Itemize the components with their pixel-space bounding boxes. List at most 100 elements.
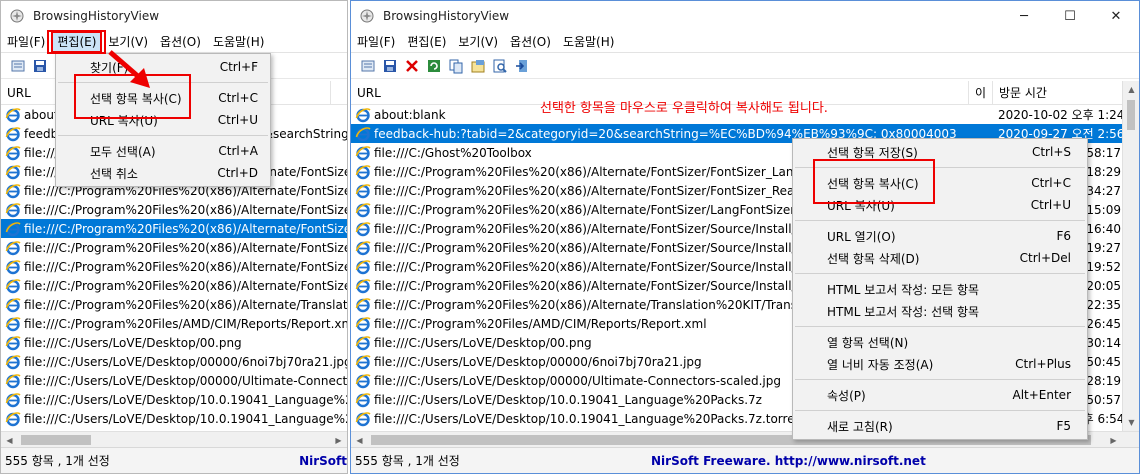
menu-separator — [795, 326, 1085, 327]
menu-help[interactable]: 도움말(H) — [207, 31, 271, 53]
menu-item-shortcut: Ctrl+C — [1031, 176, 1071, 190]
menu-file[interactable]: 파일(F) — [1, 31, 51, 53]
table-row[interactable]: file:///C:/Program%20Files%20(x86)/Alter… — [1, 219, 347, 238]
url-cell: file:///C:/Program%20Files/AMD/CIM/Repor… — [24, 316, 347, 331]
scroll-thumb[interactable] — [1127, 100, 1135, 130]
close-button[interactable]: ✕ — [1093, 1, 1139, 31]
menu-item[interactable]: 선택 취소 Ctrl+D — [56, 162, 270, 184]
table-row[interactable]: file:///C:/Program%20Files%20(x86)/Alter… — [1, 295, 347, 314]
copy-icon[interactable] — [445, 55, 467, 77]
menu-item-shortcut: Ctrl+F — [219, 60, 258, 74]
status-count: 555 항목 , 1개 선정 — [5, 454, 110, 468]
find-icon[interactable] — [489, 55, 511, 77]
edit-menu-dropdown: 찾기(F) Ctrl+F 선택 항목 복사(C) Ctrl+C URL 복사(U) Ctr… — [55, 53, 271, 187]
menu-item[interactable]: URL 열기(O) F6 — [793, 225, 1087, 247]
table-row[interactable]: file:///C:/Program%20Files%20(x86)/Alter… — [1, 200, 347, 219]
save-icon[interactable] — [379, 55, 401, 77]
menu-item[interactable]: 열 항목 선택(N) — [793, 331, 1087, 353]
nirsoft-link[interactable]: NirSoft — [299, 454, 347, 468]
menu-item[interactable]: 선택 항목 저장(S) Ctrl+S — [793, 141, 1087, 163]
menu-item-label: HTML 보고서 작성: 모든 항목 — [827, 282, 980, 297]
table-row[interactable]: file:///C:/Users/LoVE/Desktop/00000/Ulti… — [1, 371, 347, 390]
horizontal-scrollbar[interactable]: ◀ ▶ — [1, 431, 347, 448]
scroll-up-icon[interactable]: ▲ — [1123, 81, 1139, 98]
menu-bar: 파일(F) 편집(E) 보기(V) 옵션(O) 도움말(H) — [1, 30, 347, 53]
menu-item-label: 선택 항목 복사(C) — [827, 176, 919, 191]
ie-icon — [5, 202, 21, 218]
ie-icon — [5, 316, 21, 332]
menu-edit[interactable]: 편집(E) — [51, 30, 103, 53]
title-bar[interactable]: BrowsingHistoryView ─ ☐ ✕ — [351, 1, 1139, 31]
ie-icon — [5, 335, 21, 351]
menu-options[interactable]: 옵션(O) — [504, 31, 557, 53]
menu-separator — [795, 273, 1085, 274]
table-row[interactable]: file:///C:/Users/LoVE/Desktop/00000/6noi… — [1, 352, 347, 371]
menu-edit[interactable]: 편집(E) — [401, 31, 452, 53]
ie-icon — [355, 221, 371, 237]
table-row[interactable]: file:///C:/Program%20Files%20(x86)/Alter… — [1, 238, 347, 257]
menu-item[interactable]: 모두 선택(A) Ctrl+A — [56, 140, 270, 162]
menu-item[interactable]: 찾기(F) Ctrl+F — [56, 56, 270, 78]
window-title: BrowsingHistoryView — [383, 9, 510, 23]
properties-icon[interactable] — [357, 55, 379, 77]
menu-help[interactable]: 도움말(H) — [557, 31, 621, 53]
ie-icon — [5, 183, 21, 199]
url-cell: file:///C:/Users/LoVE/Desktop/10.0.19041… — [24, 392, 347, 407]
properties-icon[interactable] — [7, 55, 29, 77]
ie-icon — [5, 278, 21, 294]
scroll-thumb[interactable] — [21, 435, 91, 445]
menu-item-label: URL 열기(O) — [827, 229, 896, 244]
ie-icon — [5, 221, 21, 237]
menu-item-label: 속성(P) — [827, 388, 866, 403]
vertical-scrollbar[interactable]: ▲ ▼ — [1122, 81, 1139, 431]
menu-item[interactable]: URL 복사(U) Ctrl+U — [56, 109, 270, 131]
table-row[interactable]: file:///C:/Users/LoVE/Desktop/10.0.19041… — [1, 409, 347, 428]
menu-item[interactable]: HTML 보고서 작성: 선택 항목 — [793, 300, 1087, 322]
minimize-button[interactable]: ─ — [1001, 1, 1047, 31]
ie-icon — [355, 107, 371, 123]
save-icon[interactable] — [29, 55, 51, 77]
table-row[interactable]: file:///C:/Program%20Files%20(x86)/Alter… — [1, 257, 347, 276]
table-row[interactable]: file:///C:/Users/LoVE/Desktop/10.0.19041… — [1, 390, 347, 409]
menu-item[interactable]: URL 복사(U) Ctrl+U — [793, 194, 1087, 216]
url-cell: file:///C:/Program%20Files%20(x86)/Alter… — [24, 202, 347, 217]
maximize-button[interactable]: ☐ — [1047, 1, 1093, 31]
menu-item[interactable]: 선택 항목 복사(C) Ctrl+C — [56, 87, 270, 109]
menu-item[interactable]: 열 너비 자동 조정(A) Ctrl+Plus — [793, 353, 1087, 375]
menu-item[interactable]: HTML 보고서 작성: 모든 항목 — [793, 278, 1087, 300]
menu-item-shortcut: Ctrl+U — [1030, 198, 1071, 212]
menu-item-label: 선택 항목 저장(S) — [827, 145, 918, 160]
url-cell: file:///C:/Program%20Files%20(x86)/Alter… — [24, 297, 347, 312]
menu-item[interactable]: 속성(P) Alt+Enter — [793, 384, 1087, 406]
title-bar[interactable]: BrowsingHistoryView — [1, 1, 347, 31]
arrow-icon — [108, 50, 150, 88]
column-visit-time[interactable]: 방문 시간 — [993, 81, 1123, 105]
html-report-icon[interactable] — [467, 55, 489, 77]
menu-item-shortcut: Ctrl+S — [1031, 145, 1071, 159]
ie-icon — [355, 297, 371, 313]
menu-file[interactable]: 파일(F) — [351, 31, 401, 53]
exit-icon[interactable] — [511, 55, 533, 77]
menu-item-shortcut: Ctrl+Plus — [1015, 357, 1071, 371]
url-cell: file:///C:/Program%20Files%20(x86)/Alter… — [24, 278, 347, 293]
nirsoft-link[interactable]: NirSoft Freeware. http://www.nirsoft.net — [651, 454, 926, 468]
menu-item[interactable]: 선택 항목 삭제(D) Ctrl+Del — [793, 247, 1087, 269]
scroll-down-icon[interactable]: ▼ — [1123, 414, 1139, 431]
ie-icon — [5, 411, 21, 427]
table-row[interactable]: file:///C:/Users/LoVE/Desktop/00.png — [1, 333, 347, 352]
menu-view[interactable]: 보기(V) — [452, 31, 504, 53]
ie-icon — [5, 392, 21, 408]
menu-options[interactable]: 옵션(O) — [154, 31, 207, 53]
url-cell: file:///C:/Program%20Files%20(x86)/Alter… — [24, 259, 347, 274]
delete-icon[interactable] — [401, 55, 423, 77]
menu-item[interactable]: 새로 고침(R) F5 — [793, 415, 1087, 437]
refresh-icon[interactable] — [423, 55, 445, 77]
menu-item[interactable]: 선택 항목 복사(C) Ctrl+C — [793, 172, 1087, 194]
ie-icon — [355, 411, 371, 427]
url-cell: file:///C:/Users/LoVE/Desktop/00.png — [24, 335, 242, 350]
column-title[interactable]: 이 — [969, 80, 993, 105]
ie-icon — [355, 259, 371, 275]
ie-icon — [5, 240, 21, 256]
table-row[interactable]: file:///C:/Program%20Files/AMD/CIM/Repor… — [1, 314, 347, 333]
table-row[interactable]: file:///C:/Program%20Files%20(x86)/Alter… — [1, 276, 347, 295]
